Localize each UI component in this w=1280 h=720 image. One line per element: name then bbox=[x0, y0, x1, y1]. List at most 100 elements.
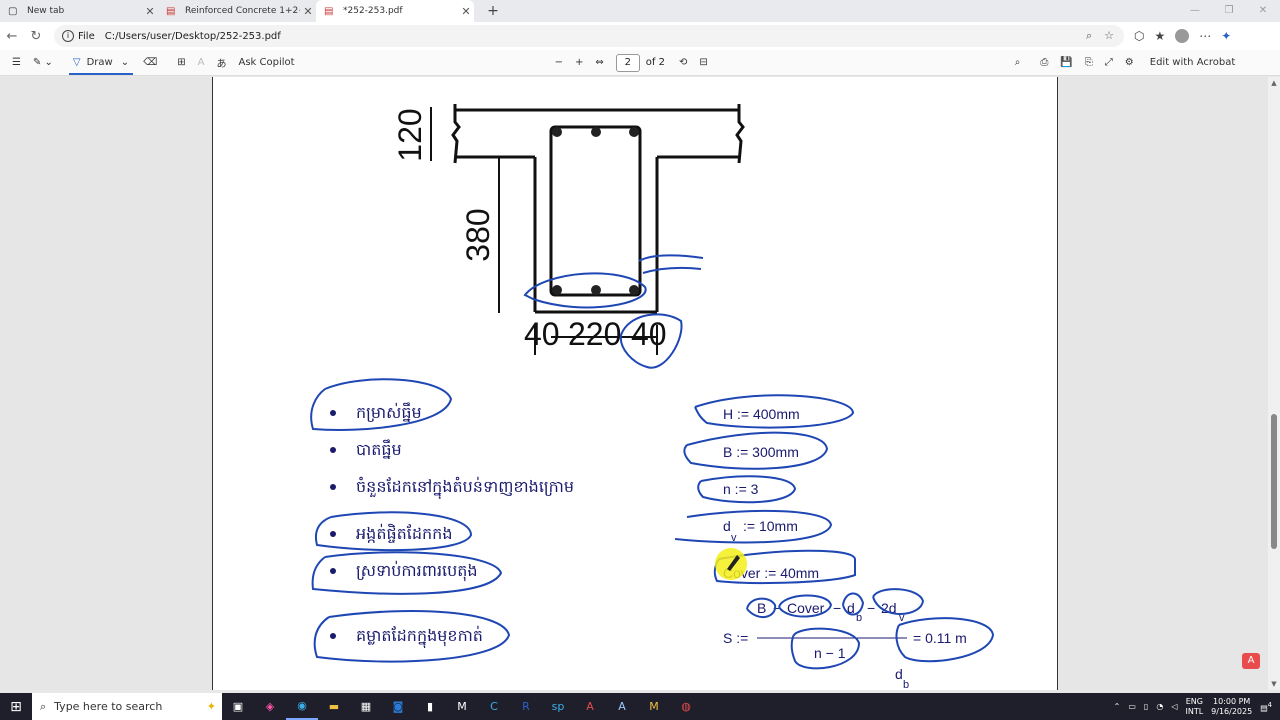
eq-num-b: B bbox=[757, 600, 766, 616]
clock-time: 10:00 PM bbox=[1213, 696, 1251, 706]
contents-icon[interactable]: ☰ bbox=[6, 50, 27, 76]
url-text[interactable]: C:/Users/user/Desktop/252-253.pdf bbox=[105, 31, 1086, 42]
zoom-in-icon[interactable]: + bbox=[569, 50, 589, 76]
bullet-item-2: បាតធ្នឹម bbox=[356, 439, 402, 459]
refresh-icon[interactable]: ↻ bbox=[24, 29, 48, 44]
vertical-scrollbar[interactable]: ▲ ▼ bbox=[1268, 77, 1280, 690]
info-icon[interactable]: i bbox=[62, 30, 74, 42]
notification-count: 4 bbox=[1267, 700, 1272, 709]
zoom-icon[interactable]: ⌕ bbox=[1086, 29, 1092, 43]
system-tray: ⌃ ▭ ▯ ◔ ◁ ENG INTL 10:00 PM 9/16/2025 ▤4 bbox=[1114, 697, 1280, 717]
read-aloud-icon[interactable]: A bbox=[192, 50, 211, 76]
new-tab-button[interactable]: + bbox=[482, 3, 504, 19]
task-view-icon[interactable]: ▣ bbox=[222, 693, 254, 720]
copilot-icon[interactable]: ✦ bbox=[1221, 29, 1231, 43]
highlight-icon[interactable]: ✎ ⌄ bbox=[27, 50, 59, 76]
clock[interactable]: 10:00 PM 9/16/2025 bbox=[1211, 697, 1252, 717]
translate-icon[interactable]: あ bbox=[211, 50, 233, 76]
copilot-app-icon[interactable]: ◈ bbox=[254, 693, 286, 720]
mathcad-icon[interactable]: M bbox=[446, 693, 478, 720]
zoom-out-icon[interactable]: − bbox=[549, 50, 569, 76]
eq-dv-value: := 10mm bbox=[743, 518, 798, 534]
edge-icon[interactable]: ◉ bbox=[286, 693, 318, 720]
chevron-up-icon[interactable]: ⌃ bbox=[1114, 702, 1121, 711]
lang-bottom: INTL bbox=[1185, 706, 1204, 716]
eq-num-minus-2: − bbox=[833, 600, 841, 616]
notifications-icon[interactable]: ▤4 bbox=[1260, 701, 1272, 713]
find-icon[interactable]: ⌕ bbox=[1009, 50, 1027, 76]
tab-strip: ▢ New tab ✕ ▤ Reinforced Concrete 1+2+3 … bbox=[0, 0, 1280, 22]
eraser-icon[interactable]: ⌫ bbox=[137, 50, 163, 76]
battery-icon[interactable]: ▯ bbox=[1144, 702, 1148, 711]
tab-reinforced-concrete[interactable]: ▤ Reinforced Concrete 1+2+3 Dr. N ✕ bbox=[158, 0, 316, 22]
fullscreen-icon[interactable]: ⤢ bbox=[1099, 50, 1119, 76]
pdf-icon: ▤ bbox=[166, 5, 176, 17]
network-icon[interactable]: ▭ bbox=[1128, 702, 1136, 711]
app-sp-icon[interactable]: sp bbox=[542, 693, 574, 720]
address-bar[interactable]: i File C:/Users/user/Desktop/252-253.pdf… bbox=[54, 25, 1124, 47]
rebar-top-1 bbox=[552, 127, 562, 137]
scrollbar-thumb[interactable] bbox=[1271, 414, 1277, 549]
taskbar-search[interactable]: ⌕ Type here to search ✦ bbox=[32, 693, 222, 720]
wifi-icon[interactable]: ◔ bbox=[1156, 702, 1163, 711]
app-c-icon[interactable]: C bbox=[478, 693, 510, 720]
fit-page-icon[interactable]: ⇔ bbox=[589, 50, 609, 76]
extensions-icon[interactable]: ⬡ bbox=[1134, 29, 1144, 43]
eq-below-db-subscript: b bbox=[903, 679, 909, 690]
page-number-input[interactable]: 2 bbox=[615, 53, 640, 72]
bullet-item-1: កម្រាស់ធ្នឹម bbox=[356, 402, 422, 422]
eq-h: H := 400mm bbox=[723, 406, 800, 422]
tab-new-tab[interactable]: ▢ New tab ✕ bbox=[0, 0, 158, 22]
pdf-viewer[interactable]: 120 380 40 220 40 កម្រាស់ធ្នឹម បាតធ្នឹម … bbox=[0, 77, 1268, 690]
chrome-icon[interactable]: ◍ bbox=[670, 693, 702, 720]
app-a-blue-icon[interactable]: A bbox=[606, 693, 638, 720]
favorites-icon[interactable]: ★ bbox=[1154, 29, 1165, 43]
app-a-red-icon[interactable]: A bbox=[574, 693, 606, 720]
store-icon[interactable]: ▦ bbox=[350, 693, 382, 720]
more-icon[interactable]: ⋯ bbox=[1199, 29, 1211, 43]
acrobat-icon[interactable]: A bbox=[1242, 653, 1260, 669]
favorite-star-icon[interactable]: ☆ bbox=[1104, 29, 1114, 43]
rotate-icon[interactable]: ⟲ bbox=[673, 50, 693, 76]
volume-icon[interactable]: ◁ bbox=[1171, 702, 1177, 711]
settings-gear-icon[interactable]: ⚙ bbox=[1119, 50, 1140, 76]
print-icon[interactable]: ⎙ bbox=[1034, 50, 1054, 76]
bullet-item-5: ស្រទាប់ការពារបេតុង bbox=[356, 560, 478, 582]
close-window-icon[interactable]: ✕ bbox=[1246, 0, 1280, 22]
usb-icon[interactable]: ▮ bbox=[414, 693, 446, 720]
search-icon: ⌕ bbox=[40, 699, 47, 713]
restore-icon[interactable]: ❐ bbox=[1212, 0, 1246, 22]
file-explorer-icon[interactable]: ▬ bbox=[318, 693, 350, 720]
add-text-icon[interactable]: ⊞ bbox=[171, 50, 191, 76]
draw-button[interactable]: ▽ Draw ⌄ bbox=[65, 50, 137, 76]
app-m-yellow-icon[interactable]: M bbox=[638, 693, 670, 720]
page-view-icon[interactable]: ⊟ bbox=[693, 50, 713, 76]
close-icon[interactable]: ✕ bbox=[458, 5, 474, 18]
rebars bbox=[552, 127, 639, 295]
scroll-up-icon[interactable]: ▲ bbox=[1268, 79, 1280, 87]
save-icon[interactable]: 💾 bbox=[1054, 50, 1078, 76]
stirrup bbox=[549, 125, 642, 297]
bullet-item-6: គម្លាតដែកក្នុងមុខកាត់ bbox=[356, 625, 483, 649]
windows-start-icon[interactable]: ⊞ bbox=[0, 699, 32, 715]
search-placeholder: Type here to search bbox=[54, 700, 163, 713]
bullet-item-3: ចំនួនដែកនៅក្នុងតំបន់ទាញខាងក្រោម bbox=[356, 476, 574, 500]
scroll-down-icon[interactable]: ▼ bbox=[1268, 680, 1280, 688]
close-icon[interactable]: ✕ bbox=[142, 5, 158, 18]
ask-copilot-button[interactable]: Ask Copilot bbox=[233, 50, 301, 76]
windows-taskbar: ⊞ ⌕ Type here to search ✦ ▣ ◈ ◉ ▬ ▦ ◙ ▮ … bbox=[0, 693, 1280, 720]
close-icon[interactable]: ✕ bbox=[300, 5, 316, 18]
save-as-icon[interactable]: ⎘ bbox=[1079, 50, 1099, 76]
app-r-icon[interactable]: R bbox=[510, 693, 542, 720]
dim-label-380: 380 bbox=[460, 208, 496, 261]
back-icon[interactable]: ← bbox=[0, 29, 24, 44]
minimize-icon[interactable]: — bbox=[1178, 0, 1212, 22]
tab-252-253-pdf[interactable]: ▤ *252-253.pdf ✕ bbox=[316, 0, 474, 22]
profile-avatar[interactable] bbox=[1175, 29, 1190, 43]
outlook-icon[interactable]: ◙ bbox=[382, 693, 414, 720]
edit-with-acrobat-button[interactable]: Edit with Acrobat bbox=[1144, 50, 1242, 76]
pdf-page[interactable]: 120 380 40 220 40 កម្រាស់ធ្នឹម បាតធ្នឹម … bbox=[212, 77, 1058, 690]
language-indicator[interactable]: ENG INTL bbox=[1185, 697, 1203, 717]
sparkle-icon: ✦ bbox=[206, 700, 216, 713]
dim-label-40-right: 40 bbox=[631, 316, 667, 352]
